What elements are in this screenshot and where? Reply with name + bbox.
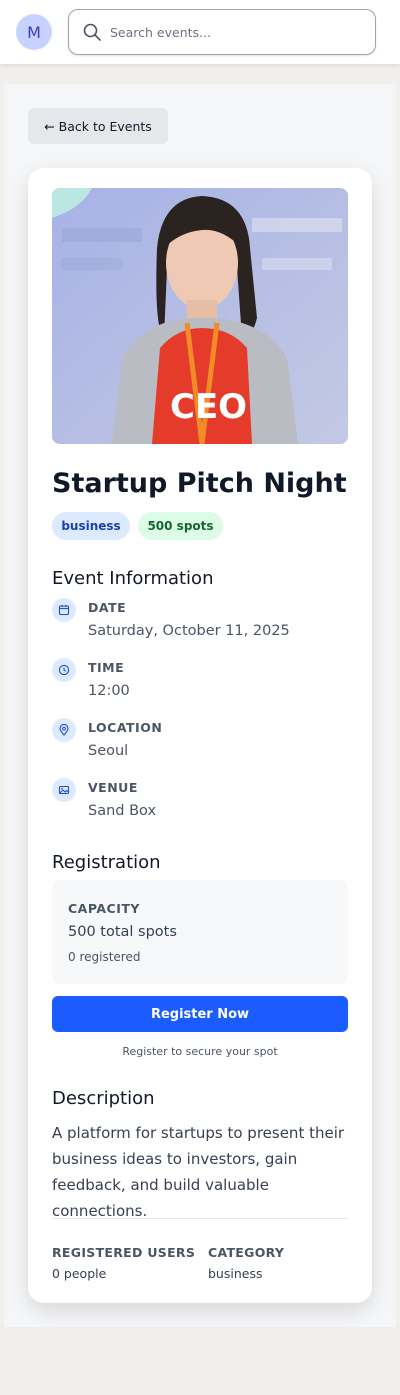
avatar[interactable]: M — [16, 14, 52, 50]
time-value: 12:00 — [88, 683, 130, 699]
registered-users-label: REGISTERED USERS — [52, 1245, 196, 1260]
top-bar: M — [0, 0, 400, 64]
registered-count: 0 registered — [68, 950, 141, 964]
time-label: TIME — [88, 660, 125, 675]
date-value: Saturday, October 11, 2025 — [88, 623, 290, 639]
venue-value: Sand Box — [88, 803, 157, 819]
description-text: A platform for startups to present their… — [52, 1124, 345, 1220]
spots-tag: 500 spots — [138, 512, 223, 540]
event-title: Startup Pitch Night — [52, 468, 347, 499]
capacity-value: 500 total spots — [68, 924, 177, 940]
register-note: Register to secure your spot — [122, 1045, 278, 1058]
divider — [52, 1218, 348, 1219]
register-now-button[interactable]: Register Now — [52, 996, 348, 1032]
image-icon — [52, 778, 76, 802]
date-label: DATE — [88, 600, 127, 615]
event-detail-card: CEO Startup Pitch Night business 500 spo… — [28, 168, 372, 1303]
category-tag: business — [52, 512, 130, 540]
capacity-box: CAPACITY 500 total spots 0 registered — [52, 880, 348, 984]
search-box[interactable] — [68, 9, 376, 55]
back-to-events-button[interactable]: ← Back to Events — [28, 108, 168, 144]
venue-label: VENUE — [88, 780, 138, 795]
map-pin-icon — [52, 718, 76, 742]
main-content: ← Back to Events CEO Startup Pitch Night… — [4, 84, 396, 1327]
search-input[interactable] — [110, 24, 360, 40]
location-label: LOCATION — [88, 720, 163, 735]
description-heading: Description — [52, 1088, 155, 1109]
category-value: business — [208, 1266, 263, 1281]
registered-users-value: 0 people — [52, 1266, 107, 1281]
event-information-heading: Event Information — [52, 568, 214, 589]
photo-shirt-text: CEO — [170, 387, 247, 427]
clock-icon — [52, 658, 76, 682]
search-icon — [83, 23, 101, 41]
category-label: CATEGORY — [208, 1245, 285, 1260]
location-value: Seoul — [88, 743, 129, 759]
event-photo: CEO — [52, 188, 348, 444]
registration-heading: Registration — [52, 852, 161, 873]
calendar-icon — [52, 598, 76, 622]
capacity-label: CAPACITY — [68, 901, 140, 916]
